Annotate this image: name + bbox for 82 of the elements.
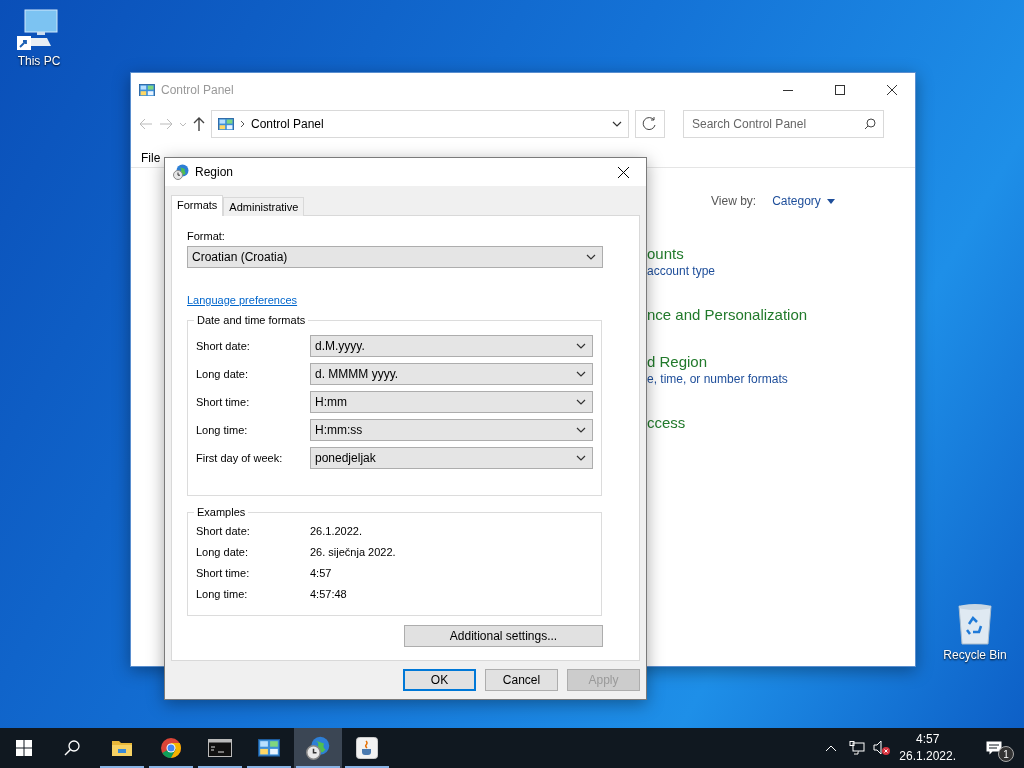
search-icon [864, 118, 876, 130]
example-value: 26.1.2022. [310, 525, 362, 537]
category-link[interactable]: account type [647, 264, 716, 278]
control-panel-icon[interactable] [258, 739, 280, 757]
computer-icon[interactable] [17, 8, 61, 52]
view-by-dropdown[interactable]: Category [772, 194, 835, 208]
control-panel-icon[interactable] [139, 83, 155, 97]
chevron-down-icon [576, 343, 586, 349]
example-value: 4:57 [310, 567, 332, 579]
view-by-label: View by: [711, 194, 757, 208]
search-field[interactable]: Search Control Panel [683, 110, 884, 138]
maximize-icon [835, 85, 845, 95]
search-icon[interactable] [64, 740, 80, 756]
notification-icon [986, 741, 1002, 755]
dialog-title: Region [195, 165, 235, 179]
example-label: Long date: [196, 546, 249, 558]
window-title: Control Panel [161, 83, 235, 97]
field-label: First day of week: [196, 452, 284, 464]
format-dropdown[interactable]: Croatian (Croatia) [187, 246, 603, 268]
close-icon [887, 85, 897, 95]
address-bar[interactable]: Control Panel [211, 110, 629, 138]
dialog-button[interactable]: OK [403, 669, 476, 691]
tab[interactable]: Administrative [223, 197, 305, 216]
network-icon[interactable] [849, 741, 866, 755]
chevron-up-icon[interactable] [825, 744, 838, 752]
globe-clock-icon [173, 164, 189, 180]
desktop-icon-label: Recycle Bin [943, 648, 1007, 662]
tab[interactable]: Formats [171, 195, 224, 216]
field-label: Long date: [196, 368, 249, 380]
format-dropdown[interactable]: H:mm:ss [310, 419, 593, 441]
close-icon [617, 166, 629, 178]
folder-icon[interactable] [111, 739, 133, 757]
desktop-icon-label: This PC [17, 54, 61, 68]
clock-date: 26.1.2022. [899, 748, 956, 765]
windows-logo-icon [16, 740, 32, 756]
group-title: Examples [194, 506, 249, 518]
refresh-icon[interactable] [635, 110, 665, 138]
group-title: Date and time formats [194, 314, 309, 326]
taskbar-app-button[interactable] [294, 728, 342, 768]
format-dropdown[interactable]: ponedjeljak [310, 447, 593, 469]
up-arrow-icon[interactable] [193, 117, 205, 131]
chevron-down-icon [576, 427, 586, 433]
chevron-down-icon [576, 455, 586, 461]
dialog-button[interactable]: Cancel [485, 669, 558, 691]
example-value: 4:57:48 [310, 588, 347, 600]
additional-settings-button[interactable]: Additional settings... [404, 625, 603, 647]
chevron-down-icon [576, 371, 586, 377]
dropdown-triangle-icon [826, 198, 835, 204]
field-label: Short time: [196, 396, 251, 408]
category-title[interactable]: ounts [647, 244, 684, 264]
chevron-down-icon [586, 254, 596, 260]
example-label: Short time: [196, 567, 251, 579]
field-label: Short date: [196, 340, 251, 352]
clock[interactable]: 4:57 26.1.2022. [899, 731, 956, 765]
format-label: Format: [187, 230, 226, 242]
chevron-down-icon [576, 399, 586, 405]
chevron-down-icon [612, 121, 622, 127]
recycle-bin-icon[interactable] [955, 602, 995, 646]
control-panel-icon[interactable] [218, 117, 234, 131]
category-title[interactable]: ccess [647, 413, 686, 433]
format-dropdown[interactable]: d. MMMM yyyy. [310, 363, 593, 385]
java-cup-icon[interactable] [356, 737, 378, 759]
language-preferences-link[interactable]: Language preferences [187, 294, 298, 306]
field-label: Long time: [196, 424, 249, 436]
category-link[interactable]: e, time, or number formats [647, 372, 788, 386]
menu-item[interactable]: File [141, 151, 161, 165]
breadcrumb-chevron-icon [240, 120, 245, 128]
terminal-icon[interactable] [208, 739, 232, 757]
clock-time: 4:57 [915, 731, 940, 748]
minimize-icon [783, 89, 793, 91]
category-title[interactable]: nce and Personalization [647, 305, 808, 325]
category-title[interactable]: d Region [647, 352, 708, 372]
notifications-button[interactable]: 1 [970, 728, 1018, 768]
globe-clock-icon[interactable] [306, 736, 330, 760]
format-dropdown[interactable]: H:mm [310, 391, 593, 413]
example-value: 26. siječnja 2022. [310, 546, 396, 558]
notification-count: 1 [998, 746, 1014, 762]
example-label: Short date: [196, 525, 251, 537]
format-dropdown[interactable]: d.M.yyyy. [310, 335, 593, 357]
muted-speaker-icon[interactable] [873, 740, 892, 756]
browser-icon[interactable] [160, 737, 182, 759]
example-label: Long time: [196, 588, 249, 600]
